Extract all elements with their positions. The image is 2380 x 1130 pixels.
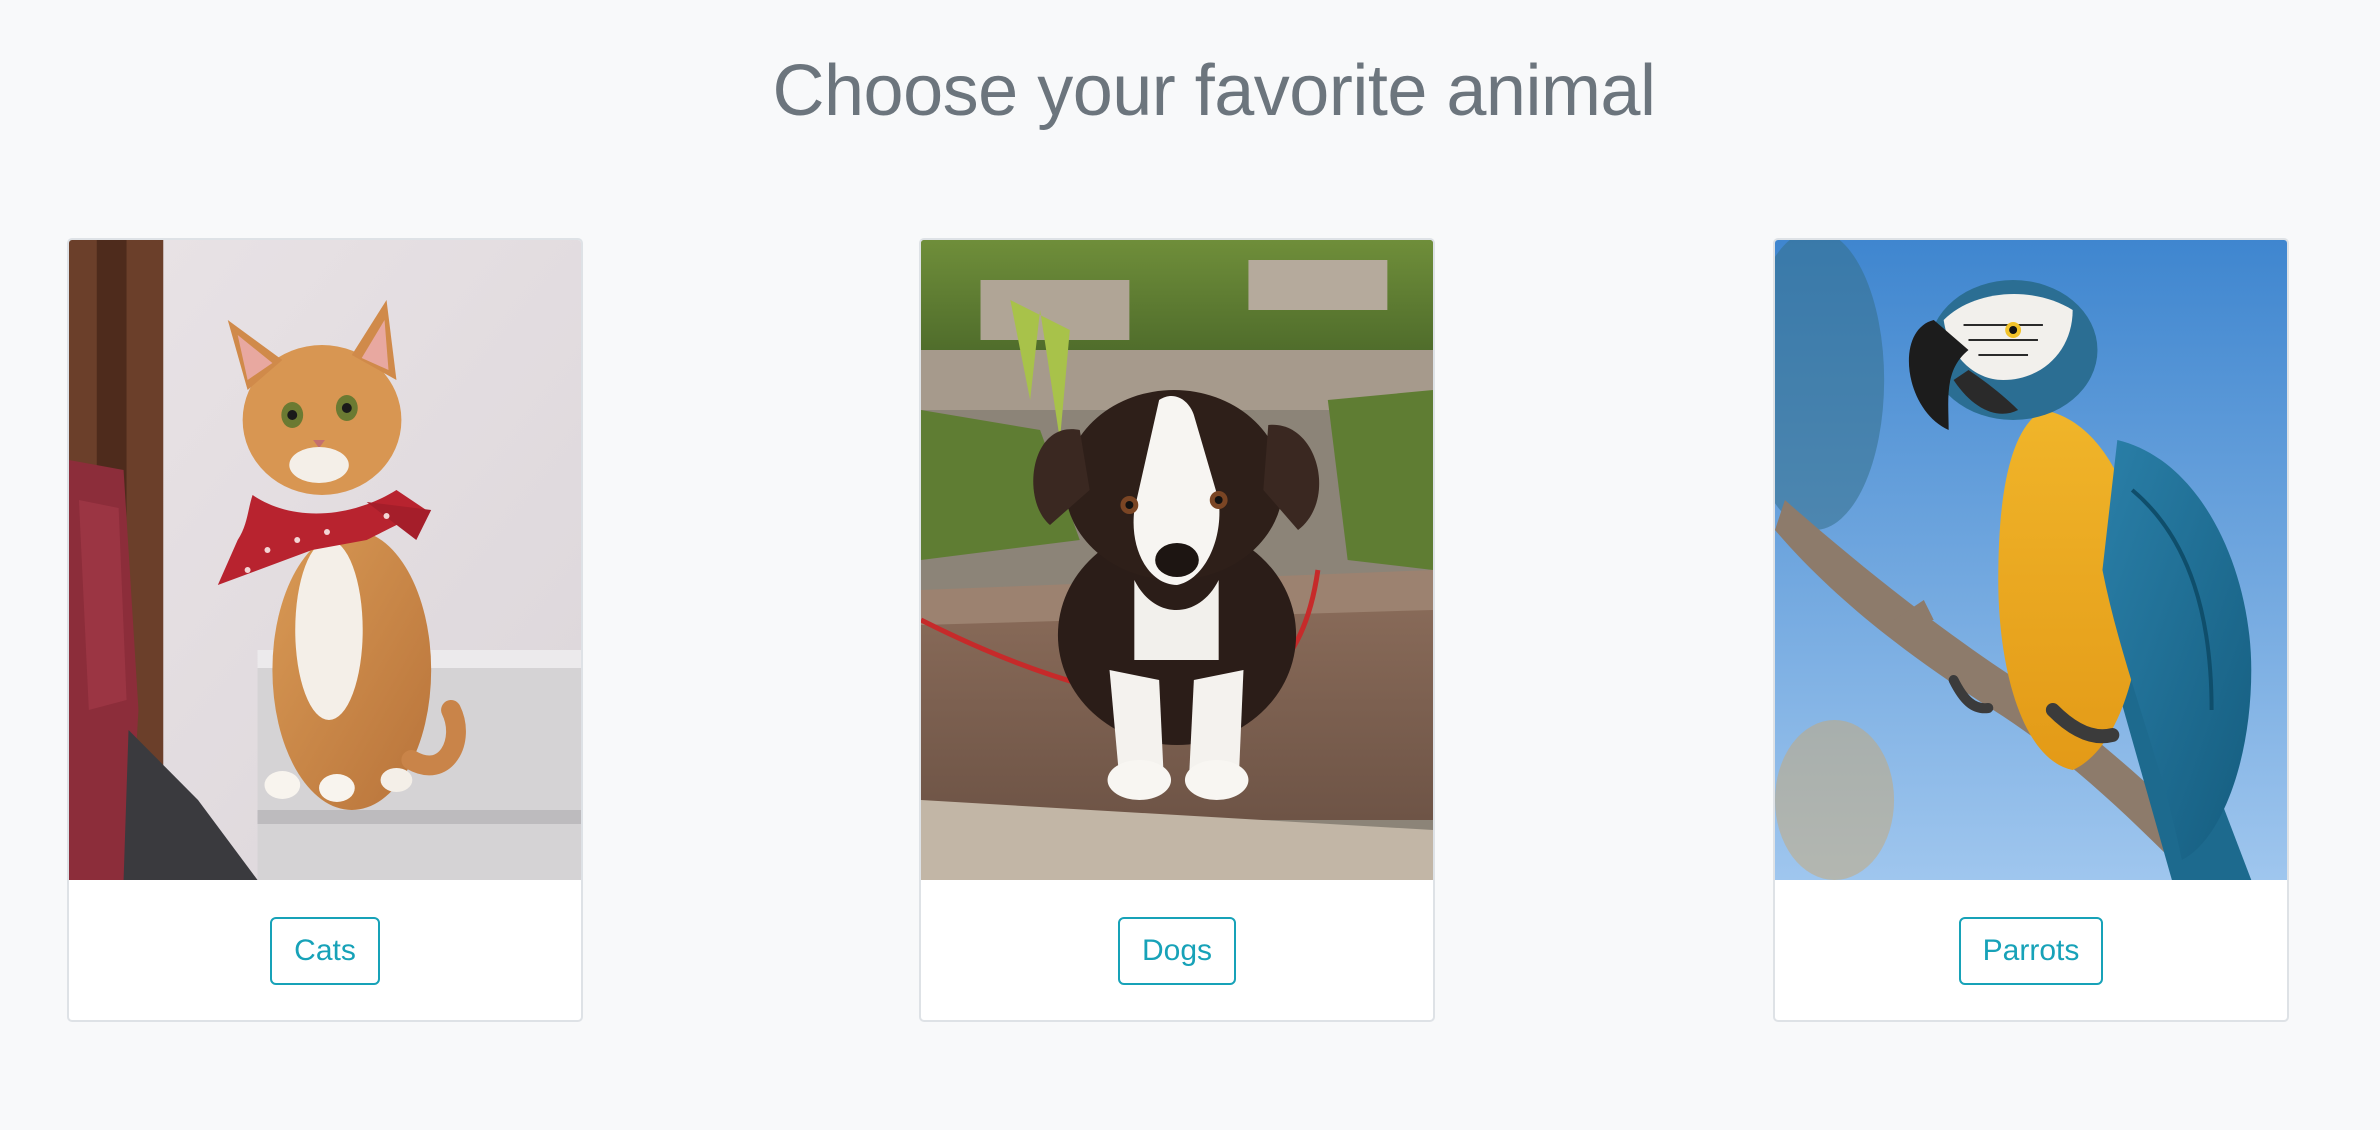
card-dogs: Dogs: [919, 238, 1435, 1022]
card-parrots-body: Parrots: [1775, 880, 2287, 1020]
dog-image: [921, 240, 1433, 880]
card-parrots: Parrots: [1773, 238, 2289, 1022]
card-dogs-body: Dogs: [921, 880, 1433, 1020]
cats-button[interactable]: Cats: [270, 917, 380, 985]
page-title: Choose your favorite animal: [772, 51, 1656, 131]
card-cats: Cats: [67, 238, 583, 1022]
parrots-button[interactable]: Parrots: [1958, 917, 2104, 985]
cat-image: [69, 240, 581, 880]
dogs-button[interactable]: Dogs: [1117, 917, 1237, 985]
parrot-image: [1775, 240, 2287, 880]
card-cats-body: Cats: [69, 880, 581, 1020]
